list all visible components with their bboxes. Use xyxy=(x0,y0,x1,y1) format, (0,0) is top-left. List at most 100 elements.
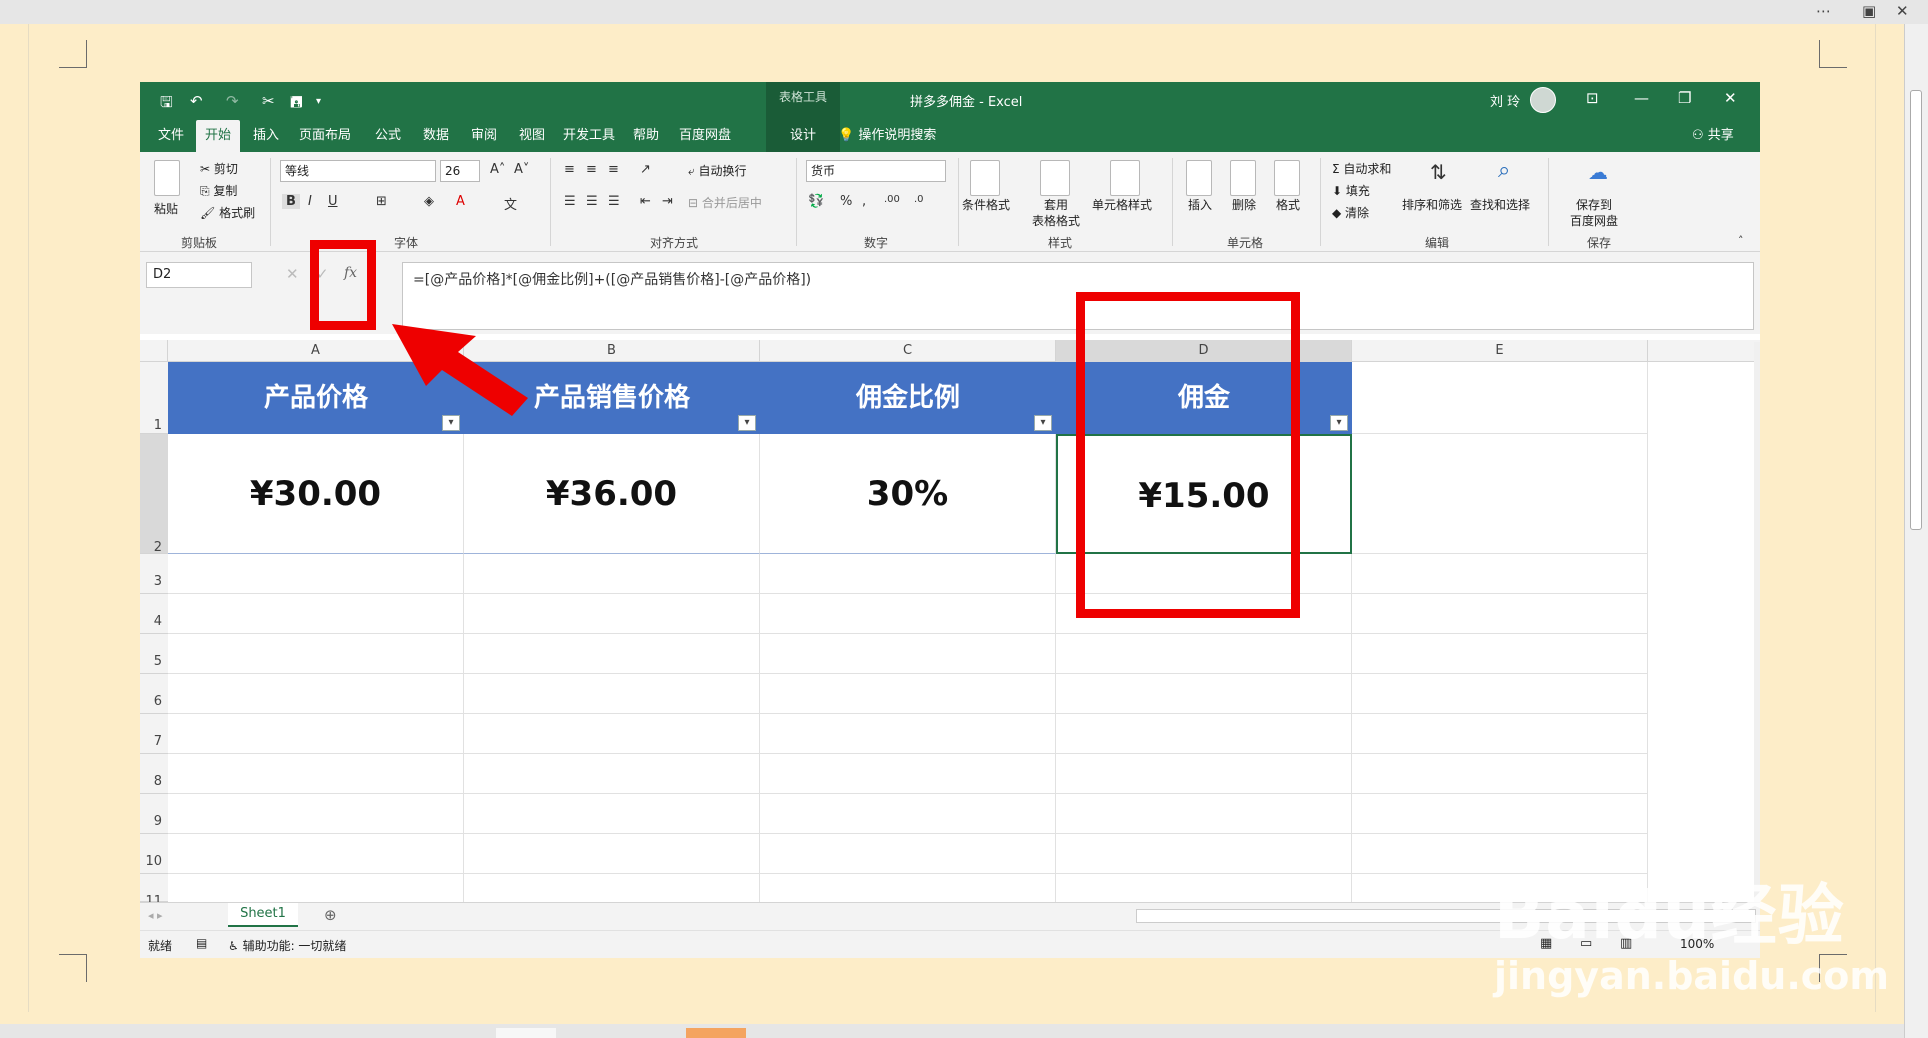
row-header-6[interactable]: 6 xyxy=(140,674,168,714)
column-header-c[interactable]: C xyxy=(760,340,1056,362)
tab-insert[interactable]: 插入 xyxy=(244,120,288,152)
insert-cells-icon[interactable] xyxy=(1186,160,1212,196)
row-header-4[interactable]: 4 xyxy=(140,594,168,634)
sheet-prev-icon[interactable]: ◂ ▸ xyxy=(148,909,163,922)
tab-file[interactable]: 文件 xyxy=(148,120,194,152)
cancel-icon[interactable]: ✕ xyxy=(286,265,299,283)
cell-e1[interactable] xyxy=(1352,362,1648,434)
cell-styles-button[interactable]: 单元格样式 xyxy=(1092,196,1152,213)
row-header-1[interactable]: 1 xyxy=(140,362,168,434)
paste-button[interactable]: 粘贴 xyxy=(154,200,178,217)
filter-dropdown-icon[interactable]: ▾ xyxy=(1034,415,1052,431)
format-cells-icon[interactable] xyxy=(1274,160,1300,196)
copy-button[interactable]: ⎘ 复制 xyxy=(200,182,237,199)
tab-review[interactable]: 审阅 xyxy=(462,120,506,152)
border-icon[interactable]: ⊞ xyxy=(376,194,387,209)
format-cells-button[interactable]: 格式 xyxy=(1276,196,1300,213)
cell-a2[interactable]: ¥30.00 xyxy=(168,434,464,554)
align-center-icon[interactable]: ☰ xyxy=(586,194,598,209)
shrink-font-icon[interactable]: A˅ xyxy=(514,162,529,177)
underline-icon[interactable]: U xyxy=(328,194,338,209)
collapse-ribbon-icon[interactable]: ˄ xyxy=(1738,234,1744,247)
window-close-icon[interactable]: ✕ xyxy=(1724,89,1737,107)
format-as-table-icon[interactable] xyxy=(1040,160,1070,196)
share-button[interactable]: ⚇ 共享 xyxy=(1692,120,1734,152)
conditional-format-icon[interactable] xyxy=(970,160,1000,196)
tab-view[interactable]: 视图 xyxy=(510,120,554,152)
phonetic-icon[interactable]: 文 xyxy=(504,194,517,213)
format-as-table-line2[interactable]: 表格格式 xyxy=(1032,212,1080,229)
fill-color-icon[interactable]: ◈ xyxy=(424,194,434,209)
tab-baidu-netdisk[interactable]: 百度网盘 xyxy=(670,120,740,152)
conditional-format-button[interactable]: 条件格式 xyxy=(962,196,1010,213)
row-header-8[interactable]: 8 xyxy=(140,754,168,794)
cell-e2[interactable] xyxy=(1352,434,1648,554)
user-name[interactable]: 刘 玲 xyxy=(1490,91,1520,110)
filter-dropdown-icon[interactable]: ▾ xyxy=(1330,415,1348,431)
delete-cells-icon[interactable] xyxy=(1230,160,1256,196)
ribbon-display-icon[interactable]: ⊡ xyxy=(1586,89,1599,107)
name-box[interactable]: D2 xyxy=(146,262,252,288)
percent-icon[interactable]: % xyxy=(840,194,852,209)
tab-home[interactable]: 开始 xyxy=(196,120,240,152)
minimize-icon[interactable]: — xyxy=(1634,89,1649,107)
table-header-cell[interactable]: 佣金比例 ▾ xyxy=(760,362,1056,434)
paste-icon[interactable] xyxy=(154,160,180,196)
cut-quick-icon[interactable]: ✂ xyxy=(262,92,275,110)
cell-b2[interactable]: ¥36.00 xyxy=(464,434,760,554)
decrease-decimal-icon[interactable]: .0 xyxy=(914,194,924,205)
close-icon[interactable]: ✕ xyxy=(1896,2,1909,20)
more-icon[interactable]: ⋯ xyxy=(1816,2,1831,20)
tab-design[interactable]: 设计 xyxy=(766,120,840,152)
sheet-tab-sheet1[interactable]: Sheet1 xyxy=(228,903,298,927)
baidu-cloud-icon[interactable]: ☁ xyxy=(1588,160,1608,184)
row-header-3[interactable]: 3 xyxy=(140,554,168,594)
row-header-10[interactable]: 10 xyxy=(140,834,168,874)
row-header-5[interactable]: 5 xyxy=(140,634,168,674)
find-select-icon[interactable]: ⌕ xyxy=(1498,158,1510,183)
row-header-2[interactable]: 2 xyxy=(140,434,168,555)
format-as-table-line1[interactable]: 套用 xyxy=(1044,196,1068,213)
sort-filter-button[interactable]: 排序和筛选 xyxy=(1402,196,1462,213)
filter-dropdown-icon[interactable]: ▾ xyxy=(738,415,756,431)
macro-record-icon[interactable]: ▤ xyxy=(196,936,207,950)
tab-data[interactable]: 数据 xyxy=(414,120,458,152)
restore-icon[interactable]: ▣ xyxy=(1862,2,1876,20)
row-header-9[interactable]: 9 xyxy=(140,794,168,834)
align-top-icon[interactable]: ≡ xyxy=(564,162,575,177)
row-header-7[interactable]: 7 xyxy=(140,714,168,754)
save-to-netdisk-line1[interactable]: 保存到 xyxy=(1576,196,1612,213)
align-bottom-icon[interactable]: ≡ xyxy=(608,162,619,177)
save-as-icon[interactable]: 🖪 xyxy=(290,92,303,117)
tab-formulas[interactable]: 公式 xyxy=(366,120,410,152)
grid-scrollbar[interactable] xyxy=(1754,342,1760,902)
increase-indent-icon[interactable]: ⇥ xyxy=(662,194,673,209)
tab-page-layout[interactable]: 页面布局 xyxy=(290,120,360,152)
select-all-corner[interactable] xyxy=(140,340,168,362)
maximize-icon[interactable]: ❐ xyxy=(1678,89,1691,107)
delete-cells-button[interactable]: 删除 xyxy=(1232,196,1256,213)
accounting-icon[interactable]: 💱 xyxy=(808,194,824,209)
cell-styles-icon[interactable] xyxy=(1110,160,1140,196)
wrap-text-button[interactable]: ⤶ 自动换行 xyxy=(688,162,747,179)
cut-button[interactable]: ✂ 剪切 xyxy=(200,160,238,177)
orientation-icon[interactable]: ↗ xyxy=(640,162,651,177)
avatar[interactable] xyxy=(1530,87,1556,113)
bold-icon[interactable]: B xyxy=(282,194,300,209)
viewer-scroll-thumb[interactable] xyxy=(1910,90,1922,530)
merge-center-button[interactable]: ⊟ 合并后居中 xyxy=(688,194,762,211)
redo-icon[interactable]: ↷ xyxy=(226,92,239,110)
italic-icon[interactable]: I xyxy=(308,194,312,209)
save-icon[interactable]: 🖫 xyxy=(160,92,173,117)
add-sheet-icon[interactable]: ⊕ xyxy=(324,906,337,924)
font-size-select[interactable]: 26 xyxy=(440,160,480,182)
column-header-e[interactable]: E xyxy=(1352,340,1648,362)
cell-c2[interactable]: 30% xyxy=(760,434,1056,554)
align-middle-icon[interactable]: ≡ xyxy=(586,162,597,177)
undo-icon[interactable]: ↶ xyxy=(190,92,203,110)
customize-icon[interactable]: ▾ xyxy=(316,96,321,107)
save-to-netdisk-line2[interactable]: 百度网盘 xyxy=(1570,212,1618,229)
increase-decimal-icon[interactable]: .00 xyxy=(884,194,900,205)
accessibility-status[interactable]: ♿ 辅助功能: 一切就绪 xyxy=(228,937,346,954)
font-name-select[interactable]: 等线 xyxy=(280,160,436,182)
